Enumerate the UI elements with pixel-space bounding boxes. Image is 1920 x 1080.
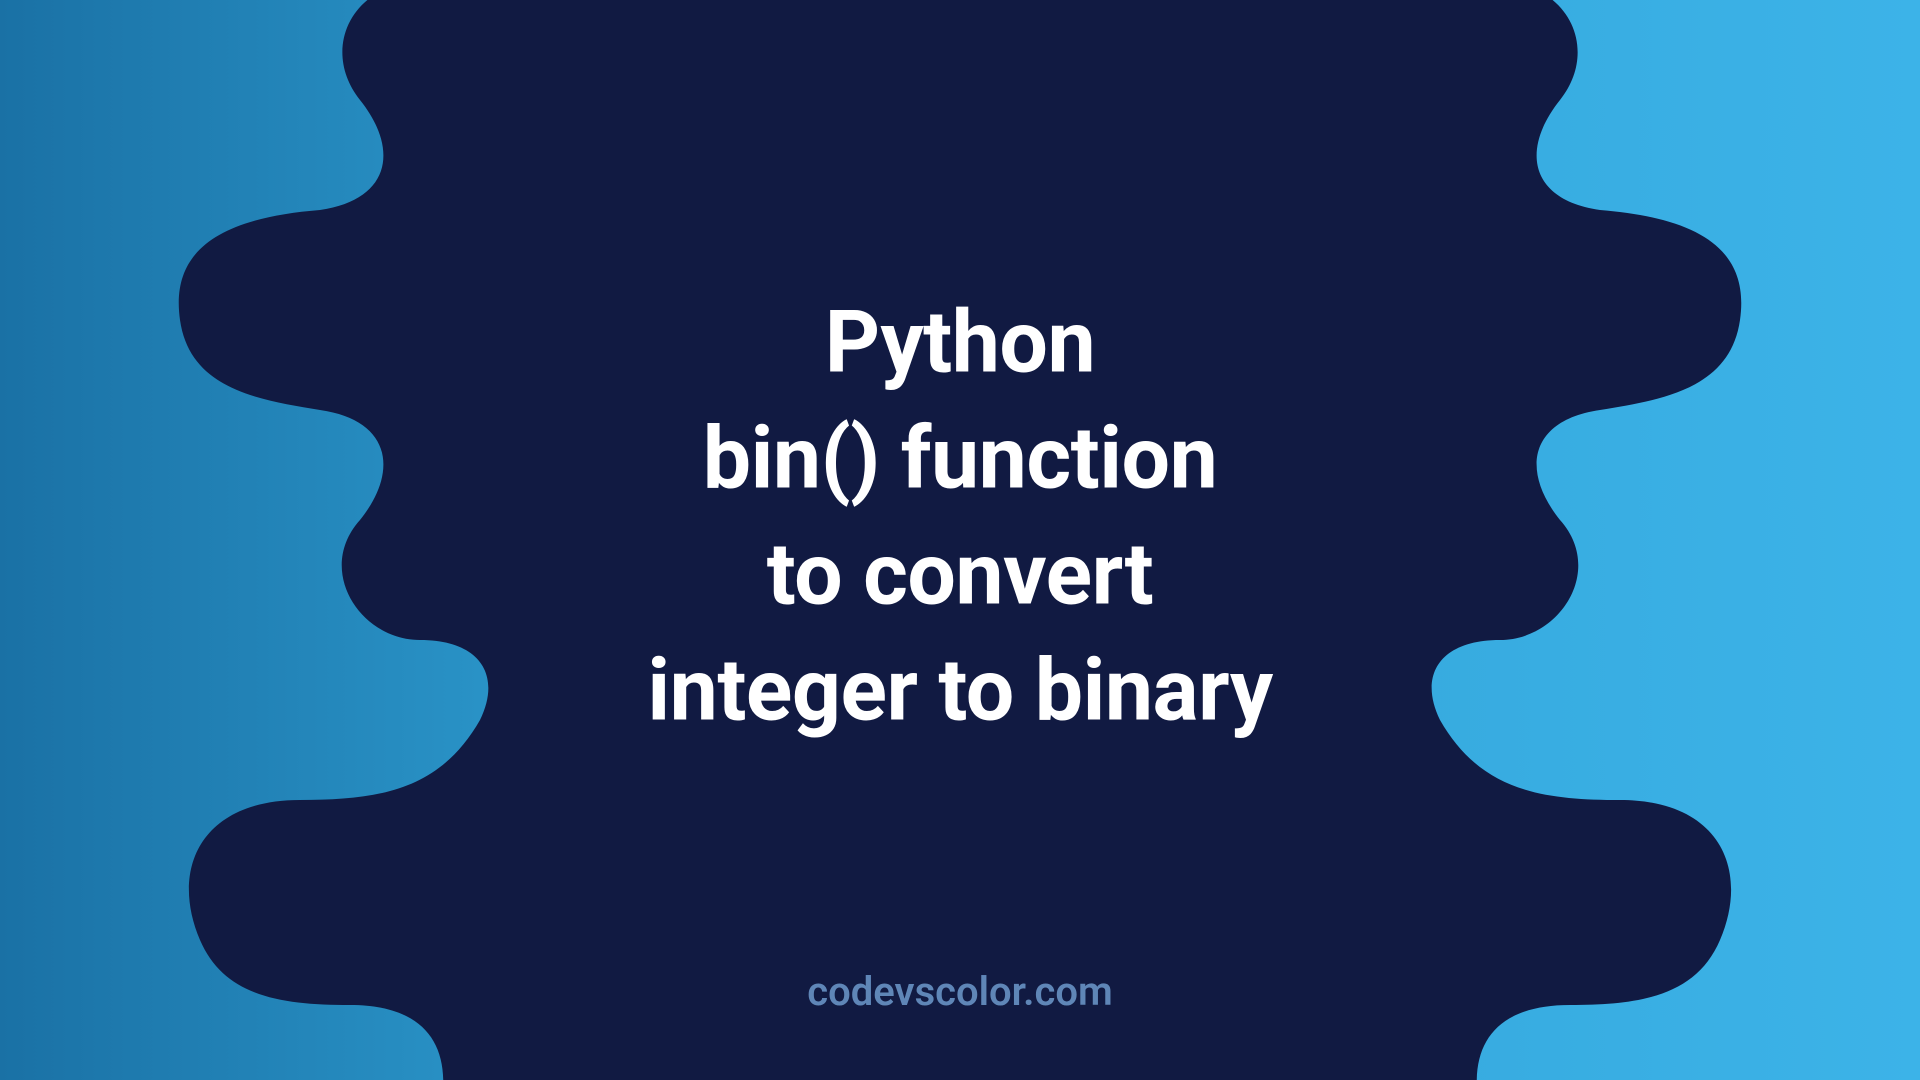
banner-canvas: Python bin() function to convert integer… <box>0 0 1920 1080</box>
watermark-text: codevscolor.com <box>807 968 1113 1015</box>
title-text: Python bin() function to convert integer… <box>647 285 1272 749</box>
